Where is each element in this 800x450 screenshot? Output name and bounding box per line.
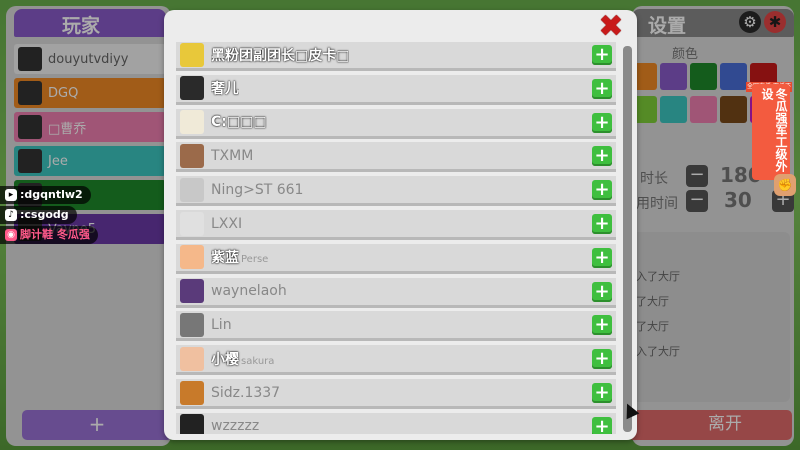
friend-list: 黑粉团副团长□皮卡□ + 奢儿 + C:□□□ + TXMM + Ning>ST 661 + LXX… xyxy=(176,42,616,434)
friend-row: C:□□□ + xyxy=(176,108,616,139)
friend-row: wzzzzz + xyxy=(176,412,616,434)
friend-name-text: 黑粉团副团长□皮卡□ xyxy=(211,47,350,64)
friend-avatar xyxy=(180,42,204,67)
friend-name: 小樱 sakura xyxy=(211,349,274,369)
friend-row: 奢儿 + xyxy=(176,74,616,105)
kuaishou-icon: ◉ xyxy=(5,229,17,241)
friend-name: 黑粉团副团长□皮卡□ xyxy=(211,45,349,65)
tiktok-icon: ♪ xyxy=(5,209,17,221)
friend-avatar xyxy=(180,279,204,304)
friend-row: 紫蓝 Perse + xyxy=(176,243,616,274)
friend-name-suffix: Perse xyxy=(241,254,269,266)
add-friend-button[interactable]: + xyxy=(592,281,612,302)
friend-row: TXMM + xyxy=(176,142,616,173)
add-friend-button[interactable]: + xyxy=(592,180,612,201)
sponsor-banner-text: 冬瓜强军工级外设 xyxy=(760,88,788,172)
friend-avatar xyxy=(180,211,204,236)
sponsor-banner: 冬瓜强军工级外设 xyxy=(752,84,790,180)
friend-avatar xyxy=(180,380,204,405)
add-friend-button[interactable]: + xyxy=(592,315,612,336)
add-friend-button[interactable]: + xyxy=(592,45,612,65)
friend-avatar xyxy=(180,110,204,135)
friend-name-text: Ning>ST 661 xyxy=(211,181,304,198)
friend-name-text: LXXI xyxy=(211,215,243,232)
friend-row: 小樱 sakura + xyxy=(176,345,616,376)
friend-name-text: C:□□□ xyxy=(211,114,267,131)
friend-name: 奢儿 xyxy=(211,78,239,98)
add-friend-button[interactable]: + xyxy=(592,78,612,99)
friend-name-text: wzzzzz xyxy=(211,418,260,434)
friend-name-text: 奢儿 xyxy=(211,81,239,98)
scrollbar-thumb[interactable] xyxy=(623,46,632,432)
friend-name-suffix: sakura xyxy=(241,355,275,367)
streamer-tag: ◉ 脚计鞋 冬瓜强 xyxy=(0,226,98,244)
friend-avatar xyxy=(180,414,204,434)
streamer-tag: ▸:dgqntlw2 xyxy=(0,186,91,204)
friend-name: Lin xyxy=(211,317,232,333)
friend-avatar xyxy=(180,346,204,371)
friend-name-text: waynelaoh xyxy=(211,283,287,300)
add-friend-button[interactable]: + xyxy=(592,247,612,268)
friend-name-text: 紫蓝 xyxy=(211,250,239,267)
friend-row: waynelaoh + xyxy=(176,277,616,308)
friend-name-text: Lin xyxy=(211,316,232,333)
friend-name: Ning>ST 661 xyxy=(211,182,303,198)
streamer-name: 脚计鞋 冬瓜强 xyxy=(20,228,90,241)
add-friend-button[interactable]: + xyxy=(592,383,612,403)
streamer-tag: ♪:csgodg xyxy=(0,206,77,224)
friend-avatar xyxy=(180,143,204,168)
friend-avatar xyxy=(180,312,204,337)
fist-icon: ✊ xyxy=(774,174,796,196)
video-icon: ▸ xyxy=(5,189,17,201)
close-icon[interactable]: ✖ xyxy=(597,12,625,42)
friend-name-text: Sidz.1337 xyxy=(211,384,281,401)
friend-row: 黑粉团副团长□皮卡□ + xyxy=(176,42,616,71)
friend-name: LXXI xyxy=(211,216,242,232)
add-friend-button[interactable]: + xyxy=(592,349,612,370)
streamer-name: :csgodg xyxy=(20,208,69,221)
friend-avatar xyxy=(180,245,204,270)
friend-name: waynelaoh xyxy=(211,283,287,299)
friend-name-text: 小樱 xyxy=(211,351,239,368)
friend-row: Lin + xyxy=(176,311,616,342)
friend-name-text: TXMM xyxy=(211,147,254,164)
friend-avatar xyxy=(180,177,204,202)
add-friend-button[interactable]: + xyxy=(592,214,612,234)
add-friend-button[interactable]: + xyxy=(592,146,612,167)
friend-row: Ning>ST 661 + xyxy=(176,176,616,207)
add-friend-button[interactable]: + xyxy=(592,112,612,133)
friend-name: 紫蓝 Perse xyxy=(211,247,268,267)
friend-row: Sidz.1337 + xyxy=(176,379,616,409)
streamer-name: :dgqntlw2 xyxy=(20,188,83,201)
friend-name: TXMM xyxy=(211,148,253,164)
friend-name: Sidz.1337 xyxy=(211,385,280,401)
friend-name: C:□□□ xyxy=(211,114,267,130)
friend-row: LXXI + xyxy=(176,210,616,240)
friend-avatar xyxy=(180,76,204,101)
friend-name: wzzzzz xyxy=(211,418,259,434)
add-friend-button[interactable]: + xyxy=(592,416,612,434)
